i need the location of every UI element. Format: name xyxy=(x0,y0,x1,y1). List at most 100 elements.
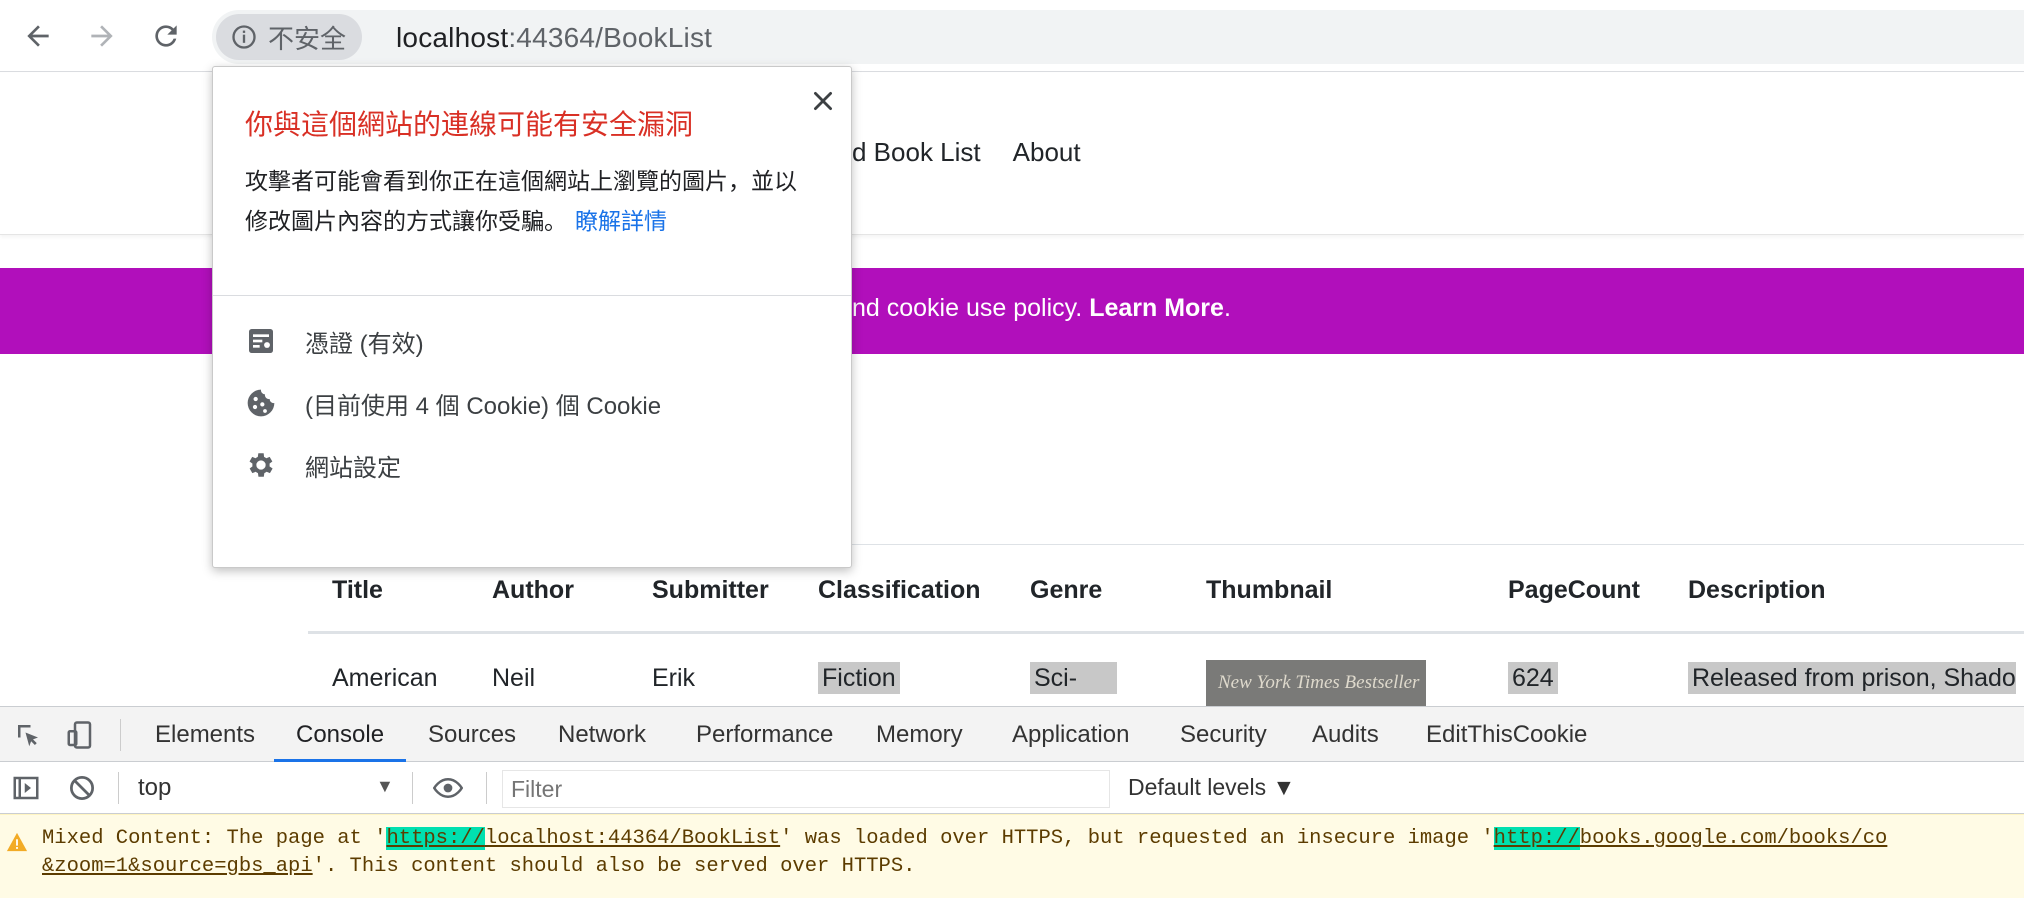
image-url-link[interactable]: books.google.com/books/co xyxy=(1580,827,1888,850)
console-separator-3 xyxy=(486,772,487,804)
nav-link-about[interactable]: About xyxy=(1013,137,1081,168)
learn-more-link[interactable]: 瞭解詳情 xyxy=(575,208,667,234)
genre-value: Sci- xyxy=(1030,662,1118,694)
site-nav: d Book List About xyxy=(852,137,1081,168)
certificate-icon xyxy=(249,329,273,353)
cookies-label: (目前使用 4 個 Cookie) 個 Cookie xyxy=(305,392,662,420)
toolbar-separator xyxy=(120,719,121,751)
context-selector[interactable]: top xyxy=(138,774,171,802)
column-header-pagecount: PageCount xyxy=(1508,576,1640,604)
clear-icon xyxy=(70,776,94,800)
classification-value: Fiction xyxy=(818,662,900,694)
address-bar[interactable]: 不安全 localhost:44364/BookList xyxy=(212,10,2024,64)
reload-button[interactable] xyxy=(142,12,190,60)
popup-title: 你與這個網站的連線可能有安全漏洞 xyxy=(245,109,694,140)
column-header-thumbnail: Thumbnail xyxy=(1206,576,1333,604)
popup-body-line-2: 修改圖片內容的方式讓你受騙。 xyxy=(245,208,567,234)
device-mode-icon xyxy=(67,721,92,749)
browser-toolbar: 不安全 localhost:44364/BookList xyxy=(0,0,2024,72)
warning-line-1: Mixed Content: The page at 'https://loca… xyxy=(42,827,1887,850)
reload-icon xyxy=(155,25,177,47)
certificate-label: 憑證 (有效) xyxy=(305,330,424,358)
security-chip-label: 不安全 xyxy=(268,23,347,54)
cell-description: Released from prison, Shado xyxy=(1688,662,2016,694)
column-header-genre: Genre xyxy=(1030,576,1103,604)
gear-icon xyxy=(249,453,273,477)
info-icon xyxy=(232,25,256,49)
close-icon xyxy=(814,92,832,110)
tab-memory[interactable]: Memory xyxy=(876,721,963,749)
page-url-link[interactable]: localhost:44364/BookList xyxy=(485,827,780,850)
image-url-continuation[interactable]: &zoom=1&source=gbs_api xyxy=(42,855,313,878)
tab-performance[interactable]: Performance xyxy=(696,721,833,749)
cell-submitter: Erik xyxy=(652,664,696,692)
tab-elements[interactable]: Elements xyxy=(155,721,255,749)
pagecount-value: 624 xyxy=(1508,662,1558,694)
popup-divider xyxy=(213,295,851,296)
context-dropdown-icon[interactable]: ▼ xyxy=(376,776,394,797)
inspect-element-button[interactable] xyxy=(10,717,46,753)
cell-pagecount: 624 xyxy=(1508,662,1558,694)
table-row: American Neil Erik Fiction Sci- New York… xyxy=(308,636,2024,706)
popup-body-line-2-wrap: 修改圖片內容的方式讓你受騙。 瞭解詳情 xyxy=(245,201,835,241)
cell-classification: Fiction xyxy=(818,662,900,694)
popup-body-line-1: 攻擊者可能會看到你正在這個網站上瀏覽的圖片，並以 xyxy=(245,168,797,194)
cell-genre: Sci- xyxy=(1030,662,1118,694)
warning-text-3: '. This content should also be served ov… xyxy=(312,855,916,878)
popup-description: 攻擊者可能會看到你正在這個網站上瀏覽的圖片，並以 修改圖片內容的方式讓你受騙。瞭… xyxy=(245,161,835,241)
warning-text-2: ' was loaded over HTTPS, but requested a… xyxy=(780,827,1494,850)
cookie-tail: . xyxy=(1223,294,1231,322)
image-url-scheme[interactable]: http:// xyxy=(1493,827,1580,850)
cell-title: American xyxy=(332,664,438,692)
console-warning-message: Mixed Content: The page at 'https://loca… xyxy=(0,814,2024,898)
console-toolbar: top ▼ Default levels ▼ xyxy=(0,762,2024,814)
cell-author: Neil xyxy=(492,664,536,692)
cookie-text: nd cookie use policy. Learn More. xyxy=(852,294,1231,323)
security-chip[interactable]: 不安全 xyxy=(216,14,363,60)
cookie-learn-more-link[interactable]: Learn More xyxy=(1089,294,1224,322)
forward-button[interactable] xyxy=(78,12,126,60)
tab-network[interactable]: Network xyxy=(558,721,646,749)
tab-audits[interactable]: Audits xyxy=(1312,721,1379,749)
devtools-panel: Elements Console Sources Network Perform… xyxy=(0,706,2024,898)
warning-line-2: &zoom=1&source=gbs_api'. This content sh… xyxy=(42,855,915,878)
console-filter-input[interactable] xyxy=(502,770,1110,808)
tab-console[interactable]: Console xyxy=(296,721,384,749)
url-host: localhost xyxy=(396,22,509,53)
thumbnail-caption: New York Times Bestseller xyxy=(1218,672,1420,693)
log-levels-dropdown[interactable]: Default levels ▼ xyxy=(1128,774,1295,801)
warning-icon xyxy=(6,832,28,852)
cookie-policy-text: nd cookie use policy. xyxy=(852,294,1083,322)
device-toolbar-button[interactable] xyxy=(62,717,98,753)
tab-security[interactable]: Security xyxy=(1180,721,1267,749)
column-header-submitter: Submitter xyxy=(652,576,769,604)
description-value: Released from prison, Shado xyxy=(1688,662,2016,694)
devtools-tab-bar: Elements Console Sources Network Perform… xyxy=(0,706,2024,762)
sidebar-toggle-icon xyxy=(13,776,39,800)
column-header-classification: Classification xyxy=(818,576,981,604)
table-header: Title Author Submitter Classification Ge… xyxy=(308,560,2024,634)
close-button[interactable] xyxy=(803,81,843,121)
warning-text-1: Mixed Content: The page at ' xyxy=(42,827,387,850)
column-header-title: Title xyxy=(332,576,383,604)
book-thumbnail: New York Times Bestseller xyxy=(1206,660,1426,706)
live-expression-button[interactable] xyxy=(430,770,466,806)
console-separator xyxy=(118,772,119,804)
eye-icon xyxy=(433,777,463,799)
nav-link-book-list[interactable]: d Book List xyxy=(852,137,981,168)
tab-application[interactable]: Application xyxy=(1012,721,1129,749)
site-settings-label: 網站設定 xyxy=(305,454,401,482)
site-settings-item[interactable]: 網站設定 xyxy=(213,427,851,503)
show-sidebar-button[interactable] xyxy=(8,770,44,806)
column-header-author: Author xyxy=(492,576,574,604)
forward-arrow-icon xyxy=(91,25,113,47)
tab-sources[interactable]: Sources xyxy=(428,721,516,749)
page-url-scheme[interactable]: https:// xyxy=(386,827,485,850)
url-text[interactable]: localhost:44364/BookList xyxy=(396,22,712,54)
back-button[interactable] xyxy=(14,12,62,60)
url-path: :44364/BookList xyxy=(508,22,713,53)
column-header-description: Description xyxy=(1688,576,1826,604)
clear-console-button[interactable] xyxy=(64,770,100,806)
tab-editthiscookie[interactable]: EditThisCookie xyxy=(1426,721,1587,749)
cookie-icon xyxy=(247,389,275,417)
